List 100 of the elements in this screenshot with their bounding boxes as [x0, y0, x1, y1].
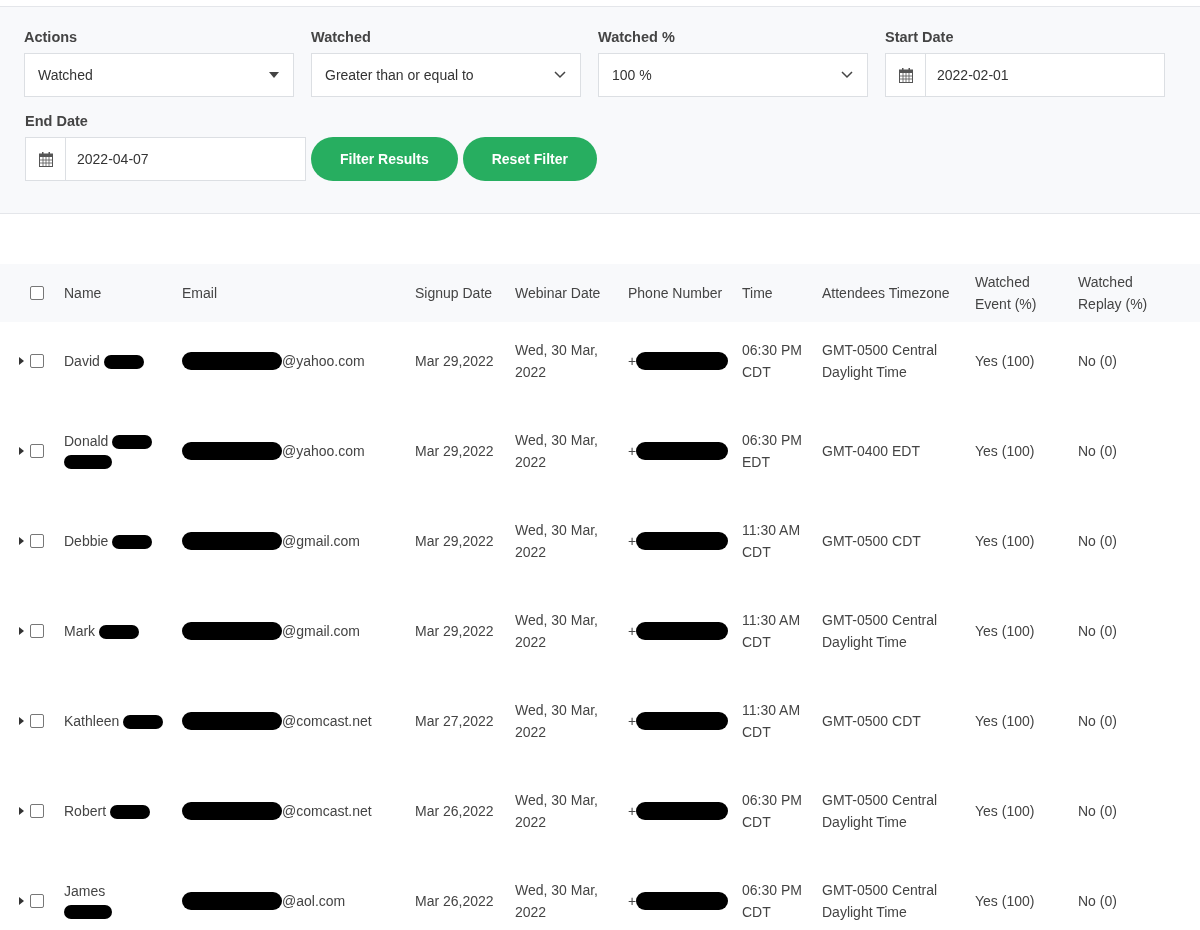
table-cell-text: No (0) [1078, 441, 1118, 461]
column-header: Signup Date [415, 284, 494, 303]
email-domain: @yahoo.com [282, 351, 365, 371]
phone-prefix: + [628, 801, 637, 821]
table-cell-text: Yes (100) [975, 441, 1036, 461]
table-cell-text: Wed, 30 Mar, 2022 [515, 701, 599, 742]
table-cell-text: Yes (100) [975, 891, 1036, 911]
checkbox[interactable] [30, 894, 44, 908]
table-cell-text: Yes (100) [975, 351, 1036, 371]
column-header: Email [182, 284, 218, 303]
checkbox[interactable] [30, 714, 44, 728]
table-cell-text: GMT-0500 CDT [822, 712, 922, 731]
select-value: 100 % [612, 65, 652, 85]
checkbox[interactable] [30, 534, 44, 548]
table-cell-text: No (0) [1078, 801, 1118, 821]
phone-prefix: + [628, 711, 637, 731]
phone-prefix: + [628, 621, 637, 641]
phone-prefix: + [628, 531, 637, 551]
attendee-name: James [64, 883, 106, 899]
email-domain: @yahoo.com [282, 441, 365, 461]
checkbox[interactable] [30, 354, 44, 368]
column-header: Phone Number [628, 284, 724, 303]
expand-caret-icon[interactable] [19, 537, 24, 545]
date-field[interactable]: 2022-04-07 [25, 137, 306, 181]
table-cell-text: Wed, 30 Mar, 2022 [515, 341, 599, 382]
select-value: Watched [38, 65, 93, 85]
table-cell-text: 11:30 AM CDT [742, 701, 802, 742]
filter-label: Start Date [885, 28, 955, 45]
table-cell-text: Mar 29,2022 [415, 621, 495, 641]
attendee-name: Robert [64, 803, 107, 819]
table-cell-text: Yes (100) [975, 621, 1036, 641]
expand-caret-icon[interactable] [19, 447, 24, 455]
table-cell-text: Mar 27,2022 [415, 711, 495, 731]
table-cell-text: Wed, 30 Mar, 2022 [515, 431, 599, 472]
attendee-name: Kathleen [64, 713, 120, 729]
attendee-name: Donald [64, 433, 109, 449]
column-header: Name [64, 284, 103, 303]
table-cell-text: GMT-0500 Central Daylight Time [822, 881, 939, 922]
expand-caret-icon[interactable] [19, 897, 24, 905]
select-field[interactable]: Watched [24, 53, 294, 97]
table-cell-text: 11:30 AM CDT [742, 521, 802, 562]
table-cell-text: 06:30 PM CDT [742, 341, 803, 382]
column-header: Watched Event (%) [975, 273, 1038, 314]
date-value: 2022-04-07 [76, 149, 149, 169]
filter-label: Watched % [598, 28, 676, 45]
checkbox[interactable] [30, 444, 44, 458]
phone-prefix: + [628, 441, 637, 461]
phone-prefix: + [628, 351, 637, 371]
column-header: Watched Replay (%) [1078, 273, 1149, 314]
expand-caret-icon[interactable] [19, 357, 24, 365]
column-header: Time [742, 284, 774, 303]
email-domain: @comcast.net [282, 711, 372, 731]
table-cell-text: GMT-0500 Central Daylight Time [822, 611, 939, 652]
attendee-name: Mark [64, 623, 96, 639]
email-domain: @aol.com [282, 891, 346, 911]
table-cell-text: No (0) [1078, 351, 1118, 371]
column-header: Webinar Date [515, 284, 602, 303]
filter-label: End Date [25, 112, 89, 129]
attendee-name: Debbie [64, 533, 109, 549]
table-cell-text: GMT-0500 Central Daylight Time [822, 341, 939, 382]
table-cell-text: Yes (100) [975, 801, 1036, 821]
table-cell-text: Wed, 30 Mar, 2022 [515, 611, 599, 652]
table-cell-text: 06:30 PM CDT [742, 881, 803, 922]
filter-label: Actions [24, 28, 79, 45]
table-cell-text: No (0) [1078, 711, 1118, 731]
chevron-down-icon [841, 71, 853, 79]
email-domain: @gmail.com [282, 531, 360, 551]
attendee-name: David [64, 353, 100, 369]
expand-caret-icon[interactable] [19, 717, 24, 725]
table-cell-text: Wed, 30 Mar, 2022 [515, 791, 599, 832]
table-cell-text: Mar 29,2022 [415, 351, 495, 371]
checkbox[interactable] [30, 804, 44, 818]
table-cell-text: 11:30 AM CDT [742, 611, 802, 652]
select-field[interactable]: 100 % [598, 53, 868, 97]
filter-label: Watched [311, 28, 372, 45]
email-domain: @comcast.net [282, 801, 372, 821]
email-domain: @gmail.com [282, 621, 360, 641]
expand-caret-icon[interactable] [19, 627, 24, 635]
table-cell-text: Wed, 30 Mar, 2022 [515, 521, 599, 562]
column-header: Attendees Timezone [822, 284, 951, 303]
table-cell-text: Yes (100) [975, 711, 1036, 731]
table-cell-text: GMT-0500 Central Daylight Time [822, 791, 939, 832]
checkbox[interactable] [30, 624, 44, 638]
select-field[interactable]: Greater than or equal to [311, 53, 581, 97]
table-cell-text: Mar 26,2022 [415, 891, 495, 911]
table-cell-text: Yes (100) [975, 531, 1036, 551]
table-cell-text: Mar 29,2022 [415, 441, 495, 461]
date-value: 2022-02-01 [936, 65, 1009, 85]
expand-caret-icon[interactable] [19, 807, 24, 815]
date-field[interactable]: 2022-02-01 [885, 53, 1165, 97]
table-cell-text: Mar 29,2022 [415, 531, 495, 551]
checkbox[interactable] [30, 286, 44, 300]
table-cell-text: GMT-0500 CDT [822, 532, 922, 551]
table-cell-text: Wed, 30 Mar, 2022 [515, 881, 599, 922]
table-cell-text: Mar 26,2022 [415, 801, 495, 821]
phone-prefix: + [628, 891, 637, 911]
chevron-down-icon [554, 71, 566, 79]
select-value: Greater than or equal to [325, 65, 474, 85]
table-cell-text: GMT-0400 EDT [822, 442, 922, 461]
calendar-icon [38, 151, 53, 167]
